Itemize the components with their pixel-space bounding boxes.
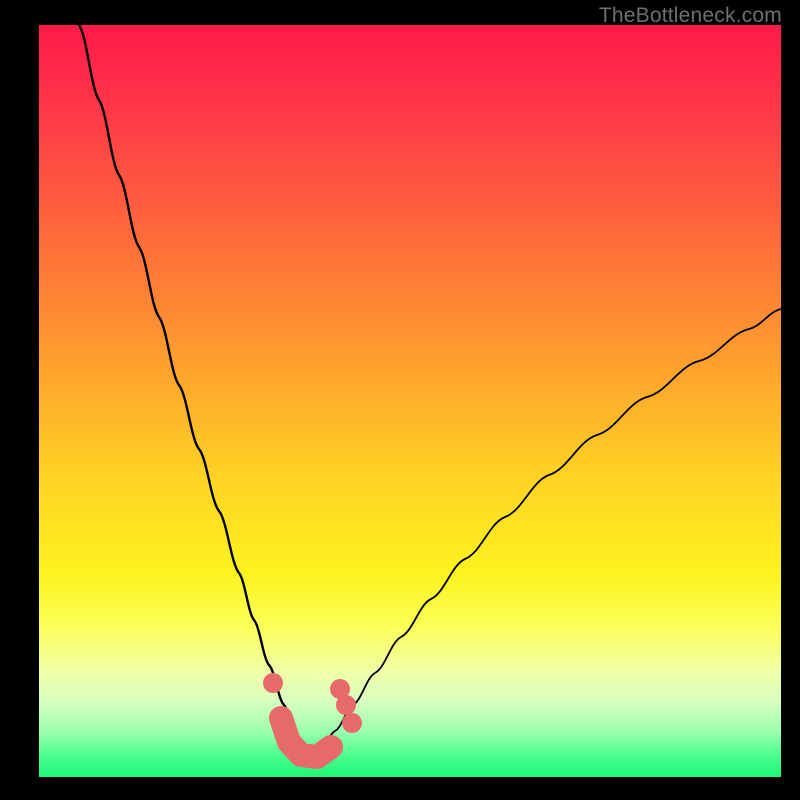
chart-svg	[39, 25, 781, 777]
minimum-marker-trough	[281, 718, 331, 757]
marker-dot	[342, 713, 362, 733]
marker-dot	[263, 673, 283, 693]
plot-area	[39, 25, 781, 777]
curve-right-branch	[311, 309, 781, 759]
curve-left-branch	[79, 25, 311, 759]
chart-frame: TheBottleneck.com	[0, 0, 800, 800]
watermark-text: TheBottleneck.com	[599, 4, 782, 28]
marker-dot	[336, 695, 356, 715]
